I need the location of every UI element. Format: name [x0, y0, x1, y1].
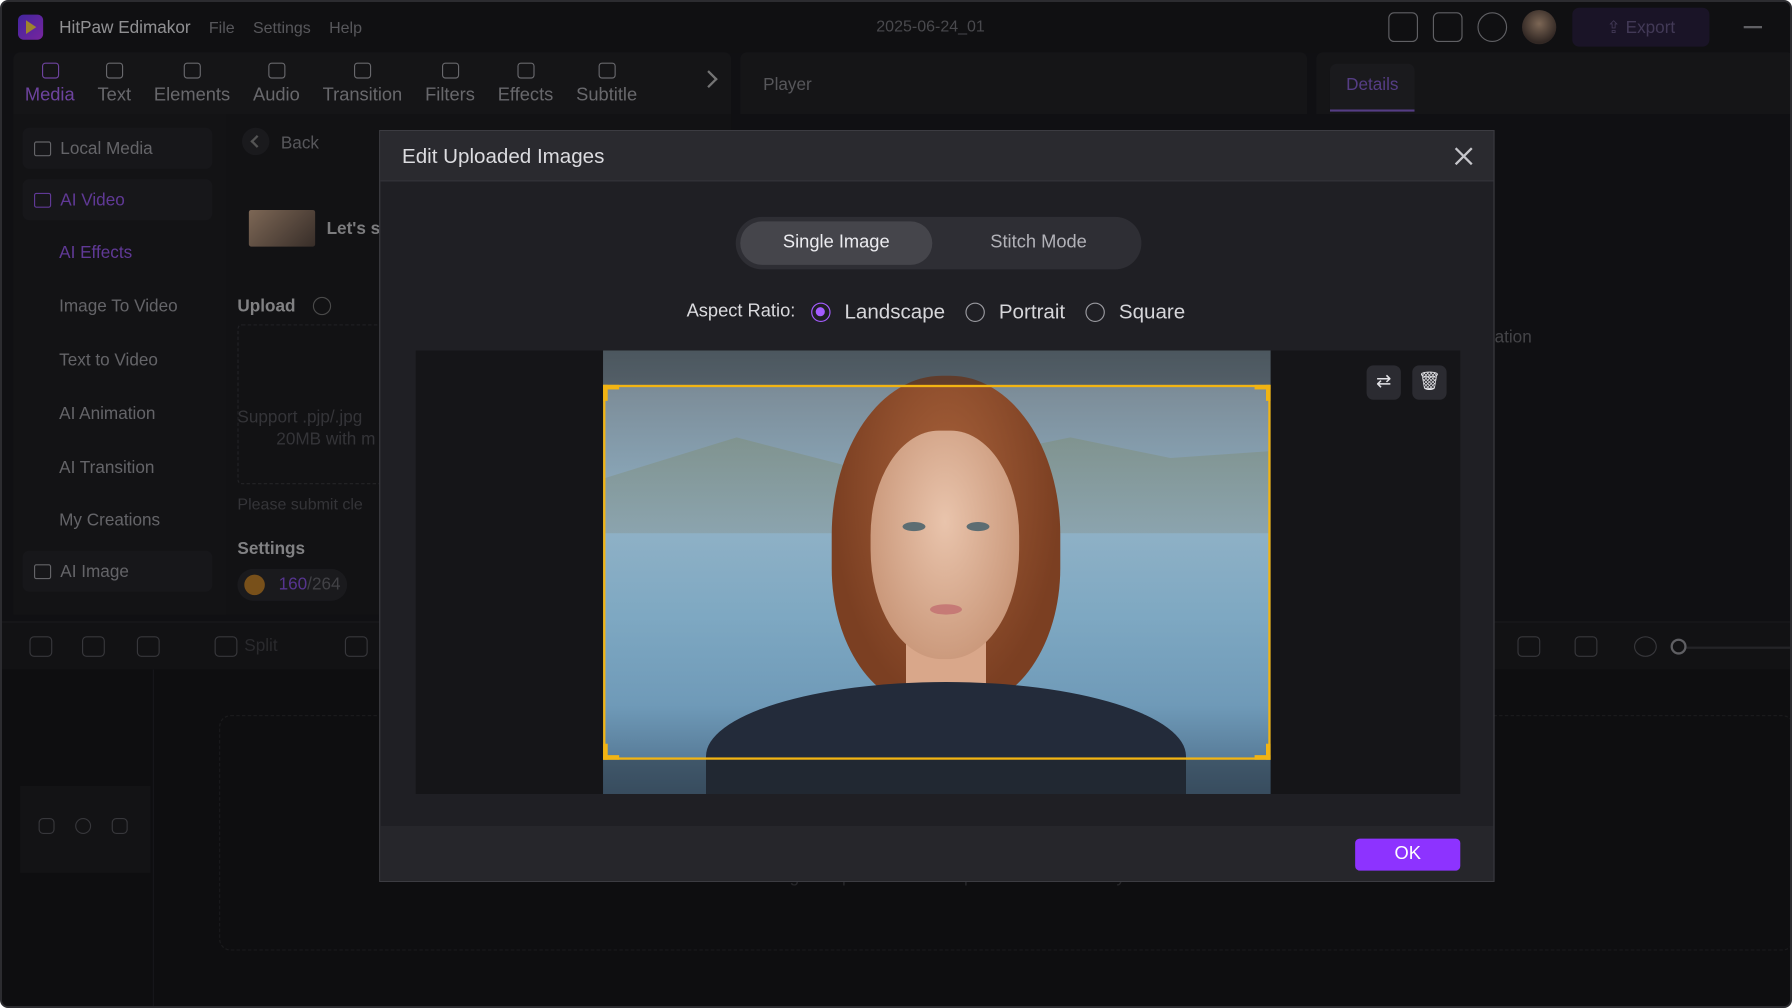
- crop-handle-top-left[interactable]: [603, 384, 620, 401]
- app-window: HitPaw Edimakor File Settings Help 2025-…: [0, 0, 1792, 1008]
- ok-button[interactable]: OK: [1355, 838, 1461, 871]
- dialog-footer: OK: [380, 825, 1494, 881]
- image-canvas: ⇄ 🗑: [415, 350, 1461, 794]
- stitch-mode-button[interactable]: Stitch Mode: [941, 221, 1135, 264]
- portrait-radio[interactable]: [965, 301, 986, 322]
- mode-toggle: Single Image Stitch Mode: [735, 216, 1142, 270]
- aspect-ratio-label: Aspect Ratio:: [686, 301, 796, 321]
- square-label[interactable]: Square: [1119, 300, 1185, 324]
- crop-mask-top: [603, 350, 1271, 385]
- landscape-label[interactable]: Landscape: [844, 300, 945, 324]
- replace-image-icon[interactable]: ⇄: [1366, 365, 1401, 400]
- close-icon[interactable]: [1455, 147, 1473, 165]
- edit-images-dialog: Edit Uploaded Images Single Image Stitch…: [379, 129, 1495, 882]
- crop-handle-bottom-left[interactable]: [603, 743, 620, 760]
- dialog-title: Edit Uploaded Images: [401, 144, 605, 168]
- dialog-header: Edit Uploaded Images: [380, 131, 1494, 182]
- portrait-label[interactable]: Portrait: [999, 300, 1065, 324]
- crop-frame[interactable]: [603, 384, 1271, 760]
- delete-image-icon[interactable]: 🗑: [1412, 365, 1447, 400]
- aspect-ratio-group: Aspect Ratio: Landscape Portrait Square: [687, 298, 1206, 325]
- crop-handle-top-right[interactable]: [1254, 384, 1271, 401]
- app-content: HitPaw Edimakor File Settings Help 2025-…: [2, 2, 1790, 1006]
- square-radio[interactable]: [1085, 301, 1106, 322]
- crop-mask-bottom: [603, 759, 1271, 794]
- landscape-radio[interactable]: [811, 301, 831, 322]
- single-image-button[interactable]: Single Image: [740, 221, 933, 265]
- crop-handle-bottom-right[interactable]: [1254, 743, 1271, 760]
